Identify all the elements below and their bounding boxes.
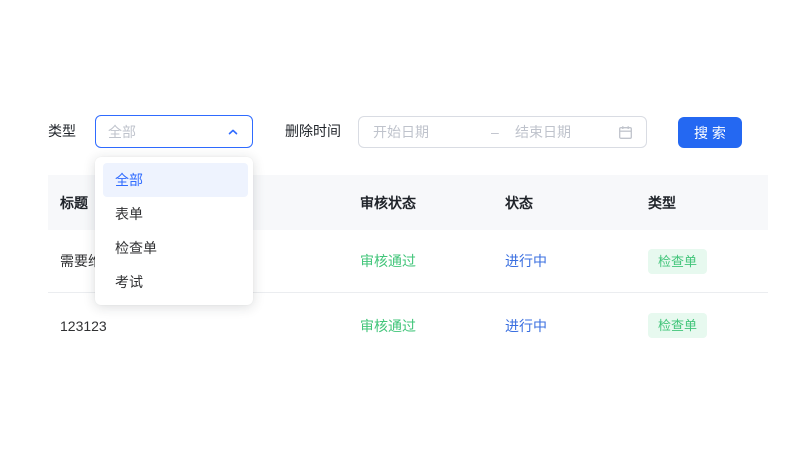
type-select-dropdown: 全部 表单 检查单 考试 [95,157,253,305]
type-filter-label: 类型 [48,123,76,139]
row-status: 进行中 [505,253,547,269]
column-header-status: 状态 [505,194,533,211]
row-audit-status: 审核通过 [360,253,416,269]
dropdown-option-exam[interactable]: 考试 [95,265,253,299]
type-tag: 检查单 [648,248,708,274]
dropdown-option-form[interactable]: 表单 [95,197,253,231]
page: 类型 全部 删除时间 开始日期 – 结束日期 搜 索 标题 审核状态 状态 类型… [0,0,800,450]
date-range-picker[interactable]: 开始日期 – 结束日期 [358,116,647,148]
column-header-type: 类型 [648,194,676,211]
column-header-audit-status: 审核状态 [360,194,416,211]
delete-time-filter-label: 删除时间 [285,123,341,139]
row-title: 123123 [60,317,107,334]
calendar-icon [618,125,633,140]
date-range-separator: – [491,124,499,140]
start-date-input[interactable]: 开始日期 [373,122,491,142]
search-button[interactable]: 搜 索 [678,117,742,148]
chevron-up-icon [227,126,239,138]
type-tag: 检查单 [648,313,708,338]
dropdown-option-all[interactable]: 全部 [103,163,248,197]
type-select[interactable]: 全部 [95,115,253,148]
end-date-input[interactable]: 结束日期 [515,122,618,142]
row-type-cell: 检查单 [636,248,768,274]
row-status: 进行中 [505,317,547,334]
row-type-cell: 检查单 [636,313,768,338]
dropdown-option-checklist[interactable]: 检查单 [95,231,253,265]
type-select-value: 全部 [108,123,136,140]
row-audit-status: 审核通过 [360,317,416,334]
